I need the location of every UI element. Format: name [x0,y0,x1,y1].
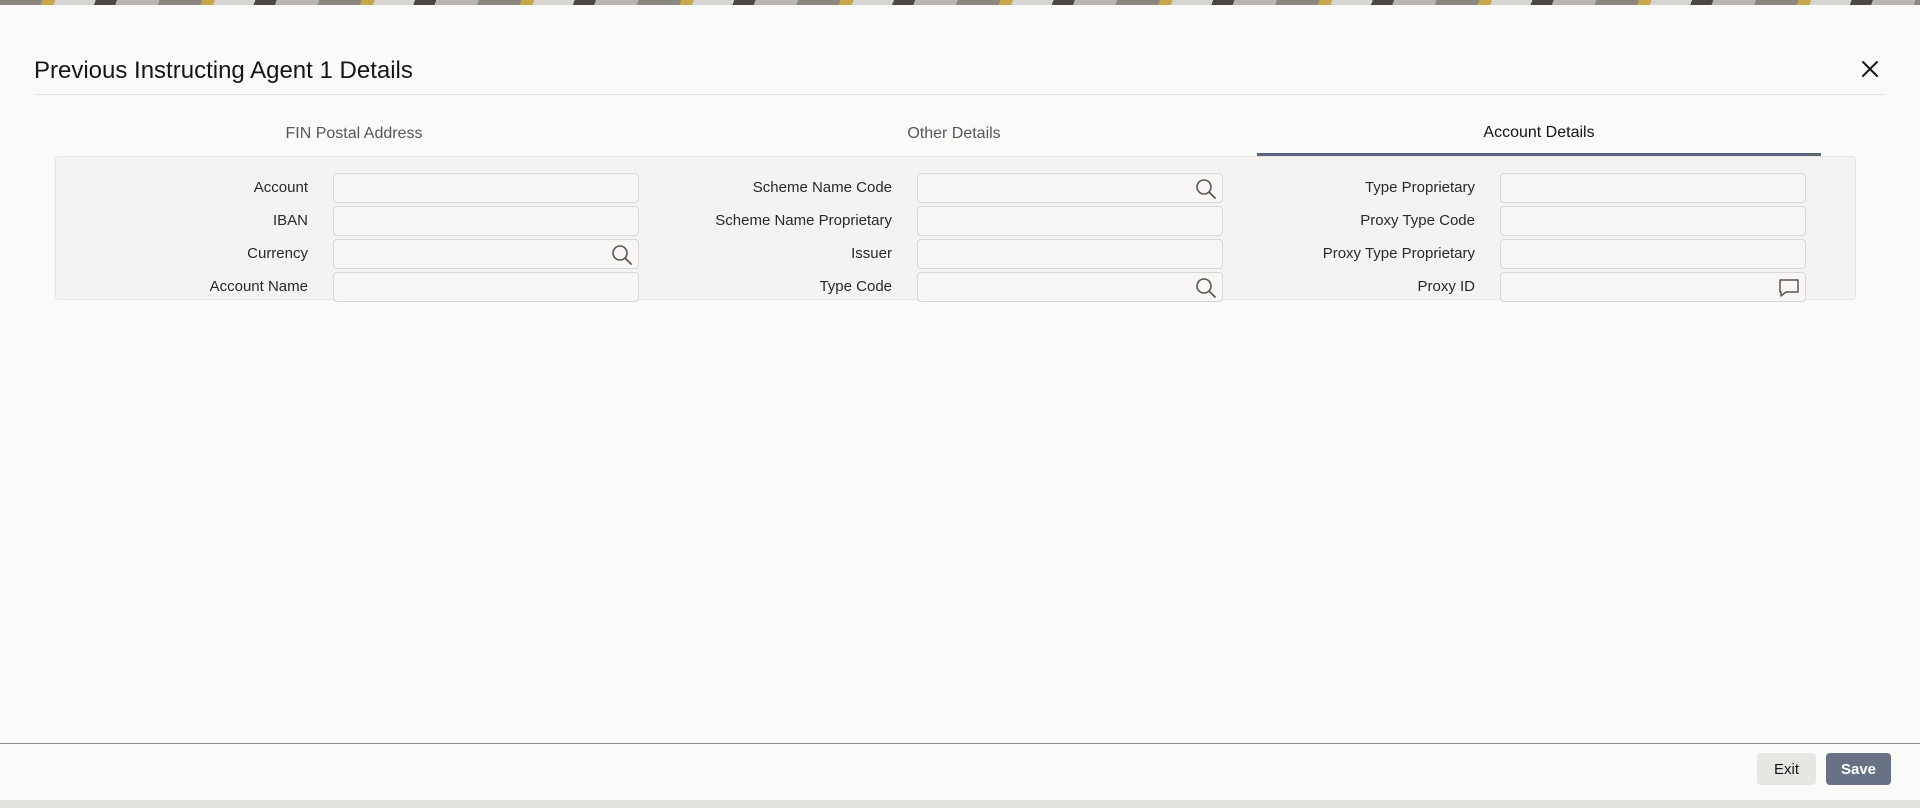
proxy-type-proprietary-label: Proxy Type Proprietary [1322,245,1475,262]
type-code-input[interactable] [918,273,1222,301]
account-name-field[interactable] [333,272,639,302]
tab-fin-postal-address[interactable]: FIN Postal Address [154,112,554,156]
proxy-id-input[interactable] [1501,273,1805,301]
account-field[interactable] [333,173,639,203]
scheme-name-code-label: Scheme Name Code [752,179,892,196]
account-label: Account [253,179,308,196]
type-code-field[interactable] [917,272,1223,302]
type-proprietary-field[interactable] [1500,173,1806,203]
proxy-id-label: Proxy ID [1417,278,1475,295]
proxy-type-proprietary-field[interactable] [1500,239,1806,269]
scheme-name-proprietary-input[interactable] [918,207,1222,235]
currency-label: Currency [247,245,308,262]
account-name-label: Account Name [209,278,308,295]
issuer-label: Issuer [851,245,892,262]
dialog-title: Previous Instructing Agent 1 Details [34,57,413,84]
currency-field[interactable] [333,239,639,269]
iban-input[interactable] [334,207,638,235]
issuer-field[interactable] [917,239,1223,269]
type-proprietary-label: Type Proprietary [1364,179,1475,196]
tab-other-details[interactable]: Other Details [754,112,1154,156]
title-divider [34,94,1886,95]
account-name-input[interactable] [334,273,638,301]
iban-label: IBAN [272,212,308,229]
save-button[interactable]: Save [1826,753,1891,785]
scheme-name-code-input[interactable] [918,174,1222,202]
scheme-name-proprietary-label: Scheme Name Proprietary [715,212,892,229]
issuer-input[interactable] [918,240,1222,268]
proxy-type-code-label: Proxy Type Code [1360,212,1475,229]
exit-button[interactable]: Exit [1757,753,1816,785]
scheme-name-code-field[interactable] [917,173,1223,203]
comment-icon[interactable] [1777,276,1801,300]
iban-field[interactable] [333,206,639,236]
bottom-strip [0,800,1920,808]
proxy-type-proprietary-input[interactable] [1501,240,1805,268]
footer-divider [0,743,1920,744]
tab-account-details[interactable]: Account Details [1257,112,1821,156]
proxy-type-code-field[interactable] [1500,206,1806,236]
scheme-name-proprietary-field[interactable] [917,206,1223,236]
proxy-type-code-input[interactable] [1501,207,1805,235]
account-input[interactable] [334,174,638,202]
type-code-label: Type Code [819,278,892,295]
currency-input[interactable] [334,240,638,268]
type-proprietary-input[interactable] [1501,174,1805,202]
proxy-id-field[interactable] [1500,272,1806,302]
close-icon[interactable] [1858,57,1882,81]
